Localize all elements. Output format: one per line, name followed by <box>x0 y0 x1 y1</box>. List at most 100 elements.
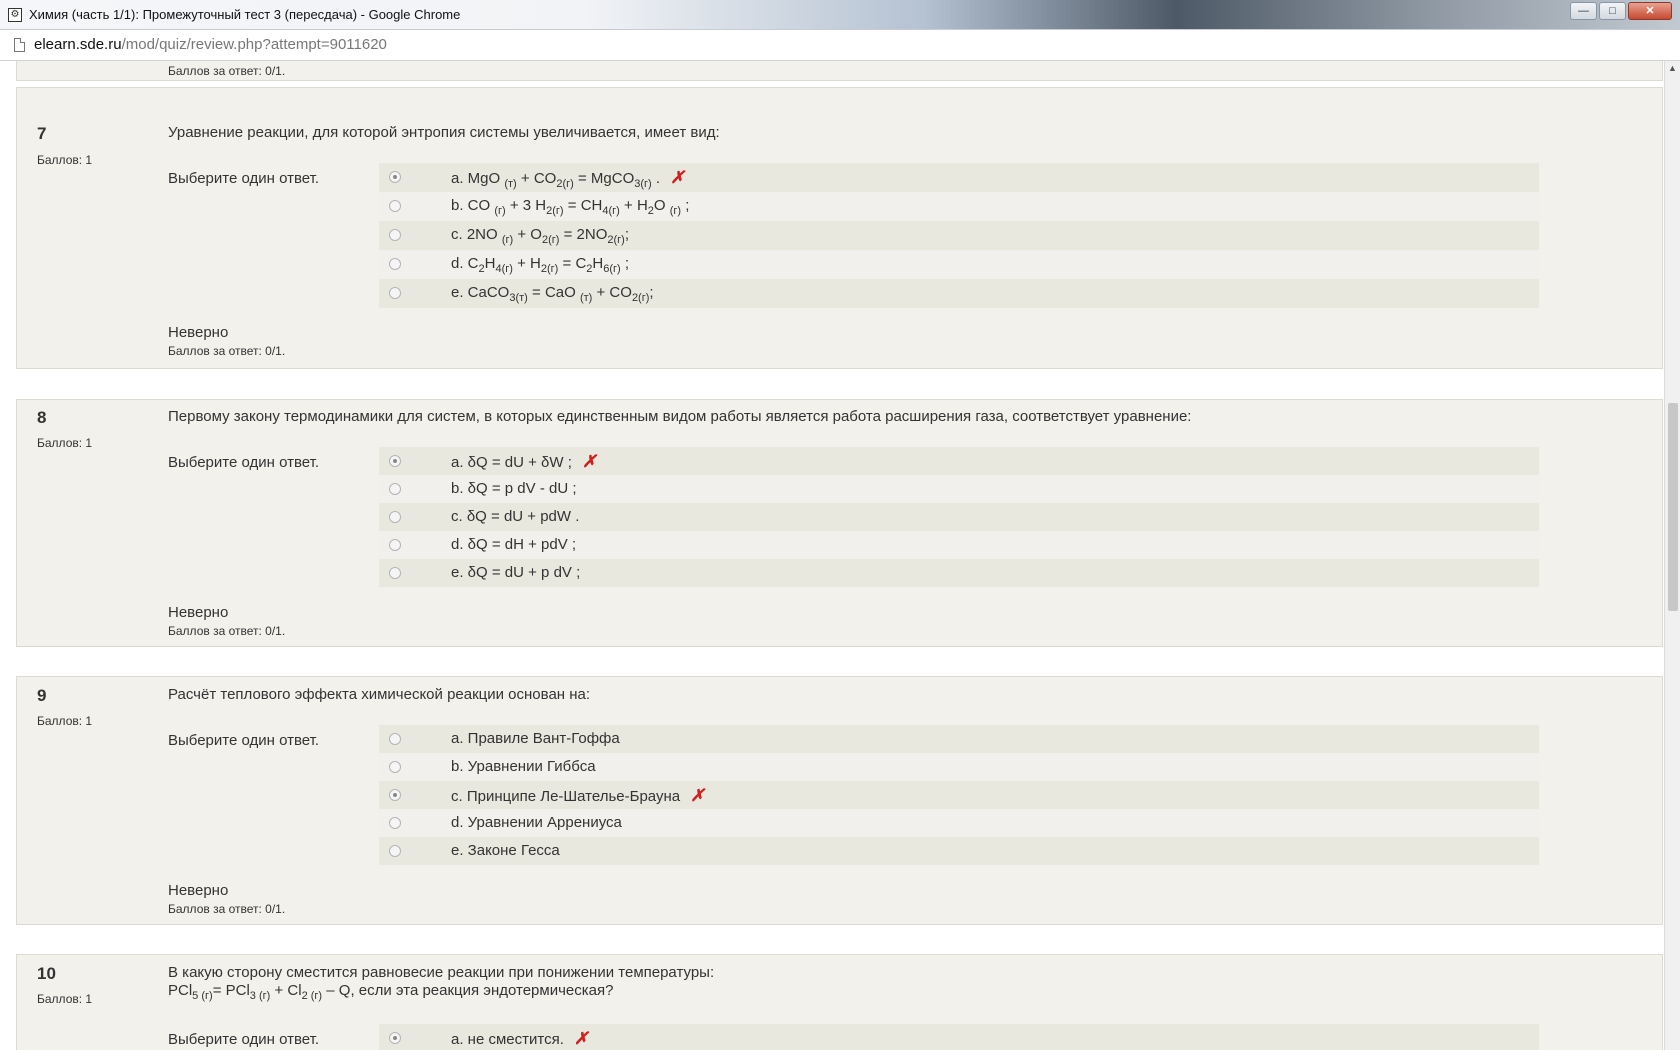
close-button[interactable]: ✕ <box>1628 2 1672 20</box>
question-state: Неверно <box>168 324 229 341</box>
answer-list: a. MgO (т) + CO2(г) = MgCO3(г) . ✗ b. CO… <box>379 163 1539 308</box>
chrome-app-icon: ⚙ <box>8 8 22 22</box>
page-icon <box>14 38 25 52</box>
answer-text: c. Принципе Ле-Шателье-Брауна <box>451 788 681 805</box>
url-field[interactable]: elearn.sde.ru/mod/quiz/review.php?attemp… <box>34 36 387 53</box>
question-6-tail: Баллов за ответ: 0/1. <box>16 61 1663 81</box>
answer-radio[interactable] <box>389 817 401 829</box>
question-10: 10 Баллов: 1 В какую сторону сместится р… <box>16 954 1663 1050</box>
question-mark: Баллов: 1 <box>37 153 93 167</box>
address-bar[interactable]: elearn.sde.ru/mod/quiz/review.php?attemp… <box>0 30 1680 61</box>
question-text: В какую сторону сместится равновесие реа… <box>168 964 714 1005</box>
wrong-answer-icon: ✗ <box>574 1029 589 1048</box>
question-score: Баллов за ответ: 0/1. <box>168 902 286 916</box>
answer-list: a. Правиле Вант-Гоффа b. Уравнении Гиббс… <box>379 725 1539 865</box>
url-host: elearn.sde.ru <box>34 36 122 53</box>
window-titlebar: ⚙ Химия (часть 1/1): Промежуточный тест … <box>0 0 1680 30</box>
question-text-line: В какую сторону сместится равновесие реа… <box>168 964 715 981</box>
answer-label: a. Правиле Вант-Гоффа <box>451 730 620 747</box>
answer-option-b[interactable]: b. δQ = p dV - dU ; <box>379 475 1539 503</box>
answer-option-b[interactable]: b. CO (г) + 3 H2(г) = CH4(г) + H2O (г) ; <box>379 192 1539 221</box>
answer-label: e. Законе Гесса <box>451 842 560 859</box>
answer-radio[interactable] <box>389 845 401 857</box>
question-score: Баллов за ответ: 0/1. <box>168 64 286 78</box>
answer-radio[interactable] <box>389 287 401 299</box>
answer-label: d. Уравнении Аррениуса <box>451 814 622 831</box>
answer-label: d. δQ = dH + pdV ; <box>451 536 577 553</box>
scroll-up-arrow-icon[interactable]: ▲ <box>1668 63 1677 73</box>
question-mark: Баллов: 1 <box>37 436 93 450</box>
answer-option-e[interactable]: e. CaCO3(т) = CaO (т) + CO2(г); <box>379 279 1539 308</box>
minimize-button[interactable]: — <box>1570 2 1597 20</box>
answer-prompt: Выберите один ответ. <box>168 170 319 187</box>
answer-option-a[interactable]: a. MgO (т) + CO2(г) = MgCO3(г) . ✗ <box>379 163 1539 192</box>
answer-label: a. δQ = dU + δW ; ✗ <box>451 452 596 472</box>
question-number: 8 <box>37 408 47 427</box>
answer-list: a. не сместится. ✗ <box>379 1024 1539 1050</box>
answer-radio[interactable] <box>389 483 401 495</box>
answer-option-b[interactable]: b. Уравнении Гиббса <box>379 753 1539 781</box>
question-state: Неверно <box>168 604 229 621</box>
answer-label: c. Принципе Ле-Шателье-Брауна ✗ <box>451 786 705 806</box>
answer-option-d[interactable]: d. Уравнении Аррениуса <box>379 809 1539 837</box>
answer-label: a. MgO (т) + CO2(г) = MgCO3(г) . ✗ <box>451 168 685 190</box>
wrong-answer-icon: ✗ <box>670 168 685 187</box>
answer-list: a. δQ = dU + δW ; ✗ b. δQ = p dV - dU ; … <box>379 447 1539 587</box>
answer-option-e[interactable]: e. δQ = dU + p dV ; <box>379 559 1539 587</box>
answer-option-d[interactable]: d. C2H4(г) + H2(г) = C2H6(г) ; <box>379 250 1539 279</box>
url-path: /mod/quiz/review.php?attempt=9011620 <box>121 36 387 53</box>
question-score: Баллов за ответ: 0/1. <box>168 344 286 358</box>
wrong-answer-icon: ✗ <box>690 786 705 805</box>
answer-option-d[interactable]: d. δQ = dH + pdV ; <box>379 531 1539 559</box>
scroll-thumb[interactable] <box>1668 403 1678 611</box>
answer-label: c. δQ = dU + pdW . <box>451 508 580 525</box>
answer-radio[interactable] <box>389 171 401 183</box>
vertical-scrollbar[interactable]: ▲ <box>1664 61 1680 1050</box>
question-text: Уравнение реакции, для которой энтропия … <box>168 124 720 141</box>
answer-radio[interactable] <box>389 539 401 551</box>
answer-prompt: Выберите один ответ. <box>168 454 319 471</box>
answer-radio[interactable] <box>389 455 401 467</box>
answer-option-c[interactable]: c. δQ = dU + pdW . <box>379 503 1539 531</box>
question-score: Баллов за ответ: 0/1. <box>168 624 286 638</box>
question-text: Расчёт теплового эффекта химической реак… <box>168 686 591 703</box>
answer-option-a[interactable]: a. не сместится. ✗ <box>379 1024 1539 1050</box>
question-7: 7 Баллов: 1 Уравнение реакции, для котор… <box>16 87 1663 369</box>
question-number: 7 <box>37 124 47 143</box>
answer-radio[interactable] <box>389 200 401 212</box>
answer-option-c[interactable]: c. 2NO (г) + O2(г) = 2NO2(г); <box>379 221 1539 250</box>
maximize-button[interactable]: □ <box>1599 2 1626 20</box>
answer-radio[interactable] <box>389 1032 401 1044</box>
answer-label: e. δQ = dU + p dV ; <box>451 564 581 581</box>
answer-option-a[interactable]: a. δQ = dU + δW ; ✗ <box>379 447 1539 475</box>
answer-text: a. не сместится. <box>451 1031 564 1048</box>
answer-radio[interactable] <box>389 229 401 241</box>
question-formula: PCl5 (г)= PCl3 (г) + Cl2 (г) – Q, если э… <box>168 982 614 1002</box>
page-content: Баллов за ответ: 0/1. 7 Баллов: 1 Уравне… <box>0 61 1664 1050</box>
answer-label: c. 2NO (г) + O2(г) = 2NO2(г); <box>451 226 630 246</box>
answer-option-a[interactable]: a. Правиле Вант-Гоффа <box>379 725 1539 753</box>
answer-radio[interactable] <box>389 733 401 745</box>
answer-option-c[interactable]: c. Принципе Ле-Шателье-Брауна ✗ <box>379 781 1539 809</box>
window-controls: — □ ✕ <box>1570 2 1672 20</box>
question-mark: Баллов: 1 <box>37 714 93 728</box>
answer-label: d. C2H4(г) + H2(г) = C2H6(г) ; <box>451 255 630 275</box>
window-title: Химия (часть 1/1): Промежуточный тест 3 … <box>29 7 461 22</box>
question-9: 9 Баллов: 1 Расчёт теплового эффекта хим… <box>16 676 1663 925</box>
answer-radio[interactable] <box>389 761 401 773</box>
answer-label: b. δQ = p dV - dU ; <box>451 480 577 497</box>
answer-label: b. Уравнении Гиббса <box>451 758 596 775</box>
question-mark: Баллов: 1 <box>37 992 93 1006</box>
question-text: Первому закону термодинамики для систем,… <box>168 408 1192 425</box>
answer-label: b. CO (г) + 3 H2(г) = CH4(г) + H2O (г) ; <box>451 197 690 217</box>
answer-option-e[interactable]: e. Законе Гесса <box>379 837 1539 865</box>
question-number: 9 <box>37 686 47 705</box>
answer-radio[interactable] <box>389 567 401 579</box>
answer-radio[interactable] <box>389 258 401 270</box>
answer-radio[interactable] <box>389 511 401 523</box>
answer-prompt: Выберите один ответ. <box>168 1031 319 1048</box>
answer-radio[interactable] <box>389 789 401 801</box>
answer-label: e. CaCO3(т) = CaO (т) + CO2(г); <box>451 284 654 304</box>
answer-text: a. δQ = dU + δW ; <box>451 454 572 471</box>
answer-label: a. не сместится. ✗ <box>451 1029 588 1049</box>
